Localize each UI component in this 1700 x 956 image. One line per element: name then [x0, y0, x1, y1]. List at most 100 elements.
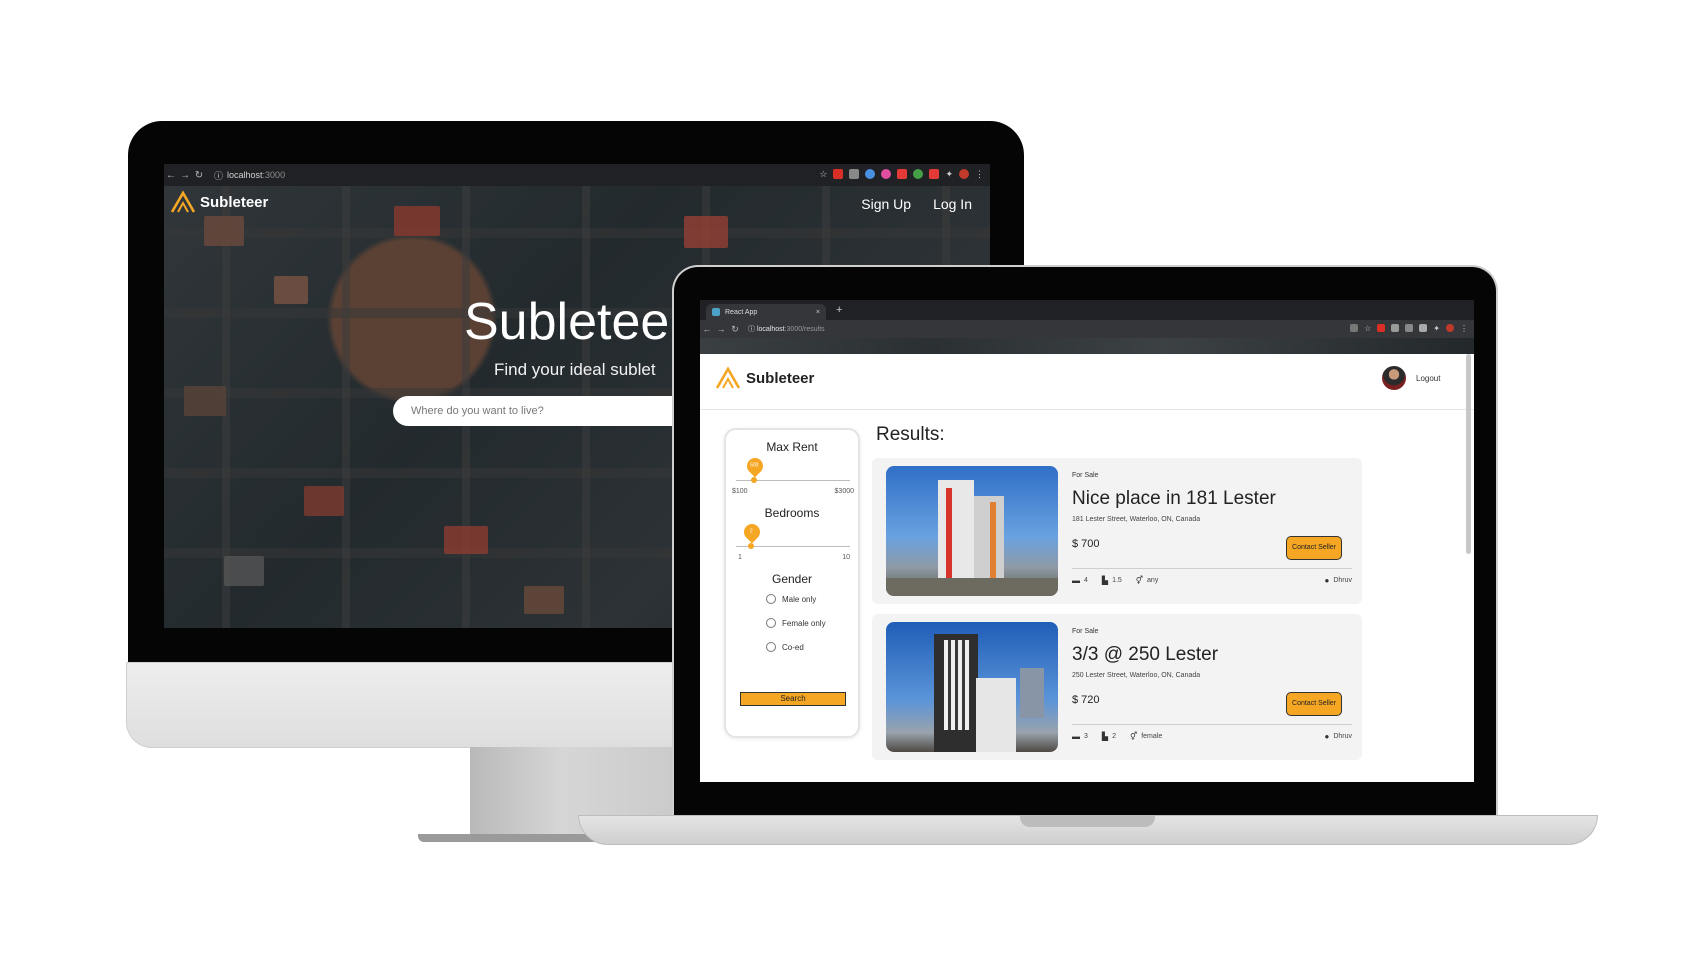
- extension-icon[interactable]: [913, 169, 924, 179]
- max-rent-max: $3000: [834, 488, 854, 495]
- url-path: :3000/results: [784, 326, 825, 333]
- menu-dots-icon[interactable]: ⋮: [975, 169, 984, 179]
- close-icon[interactable]: ×: [816, 309, 820, 316]
- desktop-browser-toolbar: ← → ↻ ⓘ localhost:3000 ☆ ✦ ⋮: [164, 164, 990, 186]
- hero-title: Subleteer: [464, 293, 687, 351]
- gender-title: Gender: [771, 572, 813, 586]
- app-logo[interactable]: Subleteer: [714, 366, 814, 390]
- key-icon[interactable]: [1350, 324, 1359, 332]
- listing-baths: 2: [1112, 733, 1116, 740]
- desktop-address-bar[interactable]: ⓘ localhost:3000: [214, 169, 285, 182]
- forward-arrow-icon[interactable]: →: [714, 324, 728, 334]
- puzzle-icon[interactable]: ✦: [1433, 324, 1440, 333]
- tab-react-app[interactable]: React App ×: [706, 304, 826, 320]
- bath-icon: ▙: [1101, 732, 1109, 741]
- roof-shape: [524, 586, 564, 614]
- search-button[interactable]: Search: [740, 692, 846, 706]
- radio-button[interactable]: [766, 618, 776, 628]
- extension-icon[interactable]: [865, 169, 876, 179]
- bedrooms-value-pin: 2: [740, 520, 764, 544]
- filter-panel: Max Rent 500 $100 $3000 Bedrooms 2 1 10 …: [724, 428, 860, 738]
- building-shape: [938, 480, 974, 590]
- back-arrow-icon[interactable]: ←: [164, 170, 178, 181]
- new-tab-icon[interactable]: +: [836, 304, 842, 316]
- extension-icon[interactable]: [1405, 324, 1414, 332]
- listing-meta: ▬ 4 ▙ 1.5 ⚥ any ● Dhruv: [1072, 576, 1352, 585]
- logo-icon: [170, 190, 196, 213]
- listing-gender: any: [1147, 577, 1159, 584]
- roof-shape: [444, 526, 488, 554]
- building-shape: [1020, 668, 1044, 718]
- extension-icon[interactable]: [1377, 324, 1386, 332]
- max-rent-slider-thumb[interactable]: [751, 477, 757, 483]
- bedrooms-slider-thumb[interactable]: [748, 543, 754, 549]
- star-icon[interactable]: ☆: [1364, 324, 1371, 333]
- extension-icon[interactable]: [849, 169, 860, 179]
- bedrooms-title: Bedrooms: [764, 506, 820, 520]
- gender-option-coed[interactable]: Co-ed: [766, 642, 804, 652]
- listing-type: For Sale: [1072, 472, 1099, 479]
- extension-icon[interactable]: [1391, 324, 1400, 332]
- max-rent-slider[interactable]: [736, 477, 850, 483]
- radio-button[interactable]: [766, 642, 776, 652]
- logo-icon: [715, 366, 741, 389]
- reload-icon[interactable]: ↻: [192, 170, 206, 181]
- page-scrollbar[interactable]: [1466, 354, 1471, 554]
- bedrooms-slider[interactable]: [736, 543, 850, 549]
- profile-icon[interactable]: [959, 169, 969, 179]
- bedrooms-value: 2: [749, 528, 753, 535]
- roof-shape: [274, 276, 308, 304]
- listing-card[interactable]: For Sale Nice place in 181 Lester 181 Le…: [872, 458, 1362, 604]
- favicon-icon: [712, 308, 720, 316]
- log-in-link[interactable]: Log In: [933, 196, 972, 212]
- profile-icon[interactable]: [1446, 324, 1454, 332]
- listing-card[interactable]: For Sale 3/3 @ 250 Lester 250 Lester Str…: [872, 614, 1362, 760]
- extension-icon[interactable]: [881, 169, 892, 179]
- extension-icon[interactable]: [897, 169, 908, 179]
- contact-seller-button[interactable]: Contact Seller: [1286, 692, 1342, 716]
- url-port: :3000: [262, 170, 286, 180]
- listing-type: For Sale: [1072, 628, 1099, 635]
- radio-button[interactable]: [766, 594, 776, 604]
- listing-gender: female: [1141, 733, 1163, 740]
- listing-meta: ▬ 3 ▙ 2 ⚥ female ● Dhruv: [1072, 732, 1352, 741]
- extension-icon[interactable]: [833, 169, 844, 179]
- laptop-tab-strip: React App × +: [700, 300, 1474, 320]
- roof-shape: [304, 486, 344, 516]
- tab-title: React App: [725, 308, 758, 316]
- extensions-row: ☆ ✦ ⋮: [819, 169, 984, 179]
- listing-divider: [1072, 724, 1352, 725]
- avatar[interactable]: [1382, 366, 1406, 390]
- logo-text: Subleteer: [746, 369, 815, 387]
- listing-title[interactable]: 3/3 @ 250 Lester: [1072, 644, 1218, 666]
- gender-icon: ⚥: [1135, 576, 1144, 585]
- listing-title[interactable]: Nice place in 181 Lester: [1072, 488, 1276, 510]
- bedrooms-max: 10: [842, 554, 850, 561]
- star-icon[interactable]: ☆: [819, 169, 827, 179]
- gender-option-label: Male only: [782, 594, 817, 604]
- results-title: Results:: [876, 424, 945, 445]
- listing-photo[interactable]: [886, 622, 1058, 752]
- contact-seller-button[interactable]: Contact Seller: [1286, 536, 1342, 560]
- bath-icon: ▙: [1101, 576, 1109, 585]
- roof-shape: [184, 386, 226, 416]
- extension-icon[interactable]: [929, 169, 940, 179]
- gender-option-male[interactable]: Male only: [766, 594, 816, 604]
- building-stripe: [946, 488, 952, 578]
- forward-arrow-icon[interactable]: →: [178, 170, 192, 181]
- menu-dots-icon[interactable]: ⋮: [1460, 324, 1468, 333]
- roof-shape: [394, 206, 440, 236]
- laptop-address-bar[interactable]: ⓘ localhost:3000/results: [748, 324, 825, 334]
- sign-up-link[interactable]: Sign Up: [861, 196, 911, 212]
- logout-button[interactable]: Logout: [1416, 374, 1440, 383]
- reload-icon[interactable]: ↻: [728, 324, 742, 335]
- extension-icon[interactable]: [1419, 324, 1428, 332]
- gender-option-female[interactable]: Female only: [766, 618, 826, 628]
- bed-icon: ▬: [1072, 576, 1080, 585]
- desktop-logo[interactable]: Subleteer: [170, 190, 268, 214]
- puzzle-icon[interactable]: ✦: [945, 169, 953, 179]
- person-icon: ●: [1324, 732, 1330, 741]
- listing-photo[interactable]: [886, 466, 1058, 596]
- roof-shape: [204, 216, 244, 246]
- back-arrow-icon[interactable]: ←: [700, 324, 714, 334]
